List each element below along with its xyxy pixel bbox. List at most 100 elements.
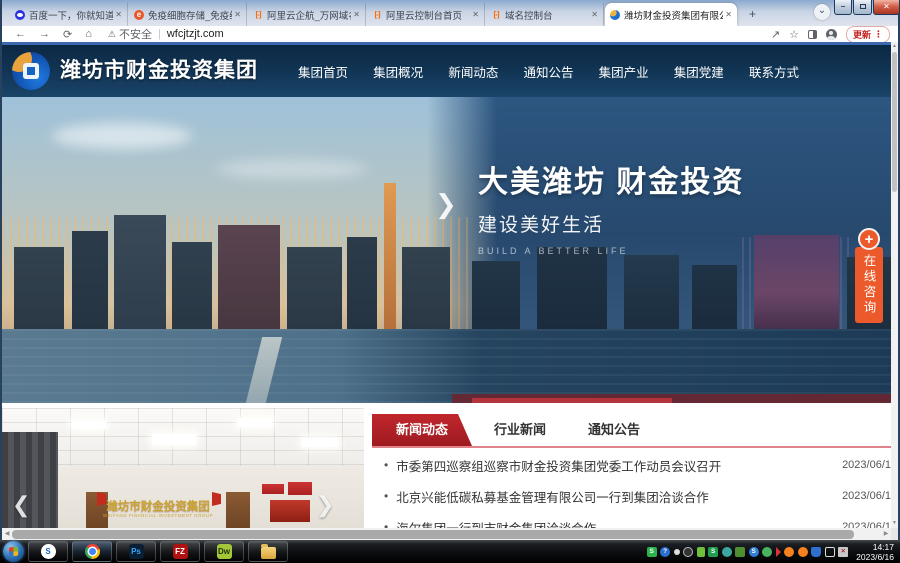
tray-help-icon[interactable]: ? [660, 547, 670, 557]
news-item[interactable]: • 北京兴能低碳私募基金管理有限公司一行到集团洽谈合作 2023/06/1 [372, 481, 891, 511]
side-panel-icon[interactable] [808, 30, 817, 39]
hero-tagline: BUILD A BETTER LIFE [478, 246, 744, 256]
tab-aliyun-console[interactable]: [-] 阿里云控制台首页 ✕ [367, 3, 485, 26]
carousel-next-icon[interactable]: ❯ [435, 189, 457, 220]
tab-industry-news[interactable]: 行业新闻 [494, 414, 546, 446]
nav-notices[interactable]: 通知公告 [523, 62, 573, 81]
taskbar-photoshop[interactable]: Ps [116, 541, 156, 562]
taskbar-filezilla[interactable]: FZ [160, 541, 200, 562]
tab-notices[interactable]: 通知公告 [588, 414, 640, 446]
tab-title: 百度一下，你就知道 [29, 8, 113, 22]
browser-toolbar: ← → ⟳ ⌂ ⚠ 不安全 | wfcjtzjt.com ↗ ☆ 更新 ⋮ [2, 26, 898, 42]
site-favicon-icon: e [134, 10, 144, 20]
tray-app-icon[interactable] [683, 547, 693, 557]
start-button[interactable] [3, 541, 24, 562]
new-tab-button[interactable]: + [744, 6, 761, 23]
lower-section: 潍坊市财金投资集团 WEIFANG FINANCIAL INVESTMENT G… [2, 408, 891, 528]
nav-news[interactable]: 新闻动态 [448, 62, 498, 81]
news-title[interactable]: 北京兴能低碳私募基金管理有限公司一行到集团洽谈合作 [396, 487, 834, 506]
wall-sign-subtext: WEIFANG FINANCIAL INVESTMENT GROUP [102, 513, 214, 518]
aliyun-favicon-icon: [-] [372, 10, 382, 20]
reload-icon[interactable]: ⟳ [63, 28, 72, 41]
tray-wangwang-icon[interactable] [798, 547, 808, 557]
bookmark-star-icon[interactable]: ☆ [789, 28, 799, 41]
tray-battery-icon[interactable] [697, 547, 705, 557]
tab-close-icon[interactable]: ✕ [232, 10, 241, 19]
company-logo[interactable] [12, 52, 50, 90]
taskbar-sogou-browser[interactable]: S [28, 541, 68, 562]
river-water [2, 329, 891, 403]
tab-search-button[interactable]: ⌄ [814, 4, 830, 20]
news-date: 2023/06/1 [842, 490, 891, 502]
window-maximize-button[interactable] [853, 0, 872, 15]
news-title[interactable]: 市委第四巡察组巡察市财金投资集团党委工作动员会议召开 [396, 456, 834, 475]
tray-volume-muted-icon[interactable]: ✕ [838, 547, 848, 557]
nav-home[interactable]: 集团首页 [298, 62, 348, 81]
photo-next-icon[interactable]: ❯ [316, 492, 334, 518]
taskbar-dreamweaver[interactable]: Dw [204, 541, 244, 562]
nav-industry[interactable]: 集团产业 [599, 62, 649, 81]
tray-skype-icon[interactable]: S [749, 547, 759, 557]
online-consult-button[interactable]: 在线咨询 [855, 247, 883, 323]
tray-app-icon[interactable] [762, 547, 772, 557]
vertical-scrollbar[interactable]: ▲ ▼ [891, 42, 898, 528]
tray-sogou-icon[interactable]: S [708, 547, 718, 557]
tray-sogou-input-icon[interactable]: S [647, 547, 657, 557]
wall-sign-text: 潍坊市财金投资集团 [106, 498, 210, 514]
tab-domain-console[interactable]: [-] 域名控制台 ✕ [486, 3, 604, 26]
profile-avatar[interactable] [826, 29, 837, 40]
tab-close-icon[interactable]: ✕ [723, 10, 732, 19]
scroll-left-icon[interactable]: ◀ [2, 528, 12, 540]
page-viewport: 潍坊市财金投资集团 集团首页 集团概况 新闻动态 通知公告 集团产业 集团党建 … [2, 42, 898, 540]
toolbar-actions: ↗ ☆ 更新 ⋮ [771, 26, 890, 42]
horizontal-scrollbar-thumb[interactable] [12, 530, 854, 539]
tray-360-shield-icon[interactable] [811, 547, 821, 557]
tab-close-icon[interactable]: ✕ [113, 10, 122, 19]
tab-weifang-caijin-active[interactable]: 潍坊财金投资集团有限公 ✕ [605, 3, 737, 26]
system-tray: S ? S S ✕ [647, 547, 849, 557]
vertical-scrollbar-thumb[interactable] [892, 52, 897, 192]
address-bar[interactable]: ⚠ 不安全 | wfcjtzjt.com [108, 26, 224, 42]
nav-contact[interactable]: 联系方式 [749, 62, 799, 81]
photo-prev-icon[interactable]: ❮ [12, 492, 30, 518]
back-icon[interactable]: ← [15, 28, 26, 40]
window-close-button[interactable]: ✕ [873, 0, 900, 15]
news-tabs-underline [372, 446, 891, 448]
nav-party[interactable]: 集团党建 [674, 62, 724, 81]
news-item[interactable]: • 市委第四巡察组巡察市财金投资集团党委工作动员会议召开 2023/06/1 [372, 450, 891, 480]
nav-overview[interactable]: 集团概况 [373, 62, 423, 81]
tray-play-icon[interactable] [776, 547, 781, 557]
tray-status-icon[interactable] [674, 549, 680, 555]
taskbar-clock[interactable]: 14:17 2023/6/16 [856, 542, 894, 562]
tray-app-icon[interactable] [722, 547, 732, 557]
news-panel: 新闻动态 行业新闻 通知公告 • 市委第四巡察组巡察市财金投资集团党委工作动员会… [372, 408, 891, 528]
url-text[interactable]: wfcjtzjt.com [167, 28, 224, 40]
home-icon[interactable]: ⌂ [85, 28, 92, 40]
tab-close-icon[interactable]: ✕ [351, 10, 360, 19]
clock-date: 2023/6/16 [856, 552, 894, 562]
tab-aliyun-qihang[interactable]: [-] 阿里云企航_万网域名_工 ✕ [248, 3, 366, 26]
share-icon[interactable]: ↗ [771, 28, 780, 41]
tab-close-icon[interactable]: ✕ [589, 10, 598, 19]
tab-company-news[interactable]: 新闻动态 [372, 414, 472, 446]
taskbar-file-explorer[interactable] [248, 541, 288, 562]
horizontal-scrollbar[interactable]: ◀ ▶ [2, 528, 891, 540]
scroll-up-icon[interactable]: ▲ [891, 42, 898, 51]
tab-close-icon[interactable]: ✕ [470, 10, 479, 19]
taskbar-chrome[interactable] [72, 541, 112, 562]
scroll-down-icon[interactable]: ▼ [891, 519, 898, 528]
tray-wangwang-icon[interactable] [784, 547, 794, 557]
tab-immune-cell[interactable]: e 免疫细胞存储_免疫细胞存 ✕ [129, 3, 247, 26]
not-secure-warning-icon: ⚠ [108, 29, 116, 40]
tray-network-icon[interactable] [825, 547, 835, 557]
forward-icon[interactable]: → [39, 28, 50, 40]
menu-dots-icon[interactable]: ⋮ [874, 29, 883, 40]
update-chrome-button[interactable]: 更新 ⋮ [846, 26, 890, 43]
window-minimize-button[interactable]: – [834, 0, 852, 15]
tray-leaf-icon[interactable] [735, 547, 745, 557]
tab-baidu[interactable]: 百度一下，你就知道 ✕ [10, 3, 128, 26]
ceiling-light [152, 434, 196, 445]
consult-plus-icon[interactable]: + [858, 228, 880, 250]
scroll-right-icon[interactable]: ▶ [881, 528, 891, 540]
desktop-screen: 百度一下，你就知道 ✕ e 免疫细胞存储_免疫细胞存 ✕ [-] 阿里云企航_万… [0, 0, 900, 563]
